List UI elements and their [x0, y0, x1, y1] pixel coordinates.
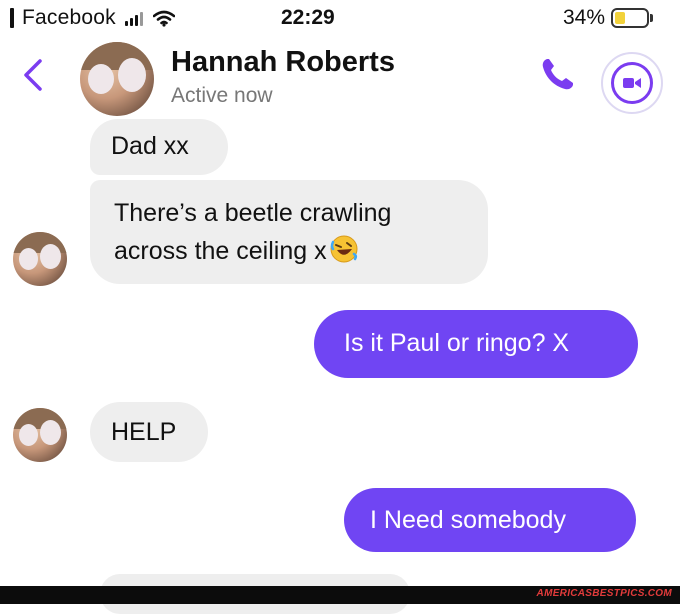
- message-bubble-incoming[interactable]: There’s a beetle crawling across the cei…: [90, 180, 488, 284]
- battery-tip: [650, 14, 654, 22]
- video-call-button[interactable]: [601, 52, 663, 114]
- message-text-line: across the ceiling x: [114, 232, 488, 270]
- battery-percent: 34%: [563, 6, 606, 29]
- status-left: Facebook: [10, 6, 175, 30]
- wifi-icon: [152, 10, 175, 27]
- sender-avatar[interactable]: [13, 408, 67, 462]
- clock-time: 22:29: [281, 6, 335, 29]
- contact-status: Active now: [171, 84, 273, 107]
- rofl-emoji-icon: [330, 235, 358, 263]
- message-text: Dad xx: [111, 132, 189, 160]
- status-bar: Facebook 22:29 34%: [0, 0, 680, 36]
- back-to-app-icon[interactable]: [10, 8, 14, 28]
- message-bubble-outgoing[interactable]: I Need somebody: [344, 488, 636, 552]
- battery-icon: [611, 8, 650, 28]
- conversation-header: Hannah Roberts Active now: [0, 36, 680, 118]
- message-text: I Need somebody: [370, 506, 566, 534]
- battery-fill: [615, 12, 626, 24]
- sender-avatar[interactable]: [13, 232, 67, 286]
- message-bubble-incoming[interactable]: HELP: [90, 402, 208, 462]
- signal-strength-icon: [124, 10, 143, 26]
- message-text-line: There’s a beetle crawling: [114, 199, 392, 227]
- message-text: HELP: [111, 418, 177, 446]
- video-camera-icon: [611, 62, 653, 104]
- message-text-line-content: across the ceiling x: [114, 237, 327, 265]
- chevron-left-icon[interactable]: [20, 58, 46, 92]
- message-bubble-incoming[interactable]: Dad xx: [90, 119, 228, 175]
- message-text: Is it Paul or ringo? X: [344, 329, 570, 357]
- contact-name[interactable]: Hannah Roberts: [171, 46, 395, 79]
- watermark-text: AMERICASBESTPICS.COM: [536, 588, 672, 599]
- watermark-bar: AMERICASBESTPICS.COM: [0, 586, 680, 604]
- contact-avatar[interactable]: [80, 42, 154, 116]
- phone-icon[interactable]: [538, 54, 578, 94]
- message-bubble-outgoing[interactable]: Is it Paul or ringo? X: [314, 310, 638, 378]
- battery-indicator: 34%: [563, 6, 654, 30]
- carrier-label[interactable]: Facebook: [22, 6, 116, 30]
